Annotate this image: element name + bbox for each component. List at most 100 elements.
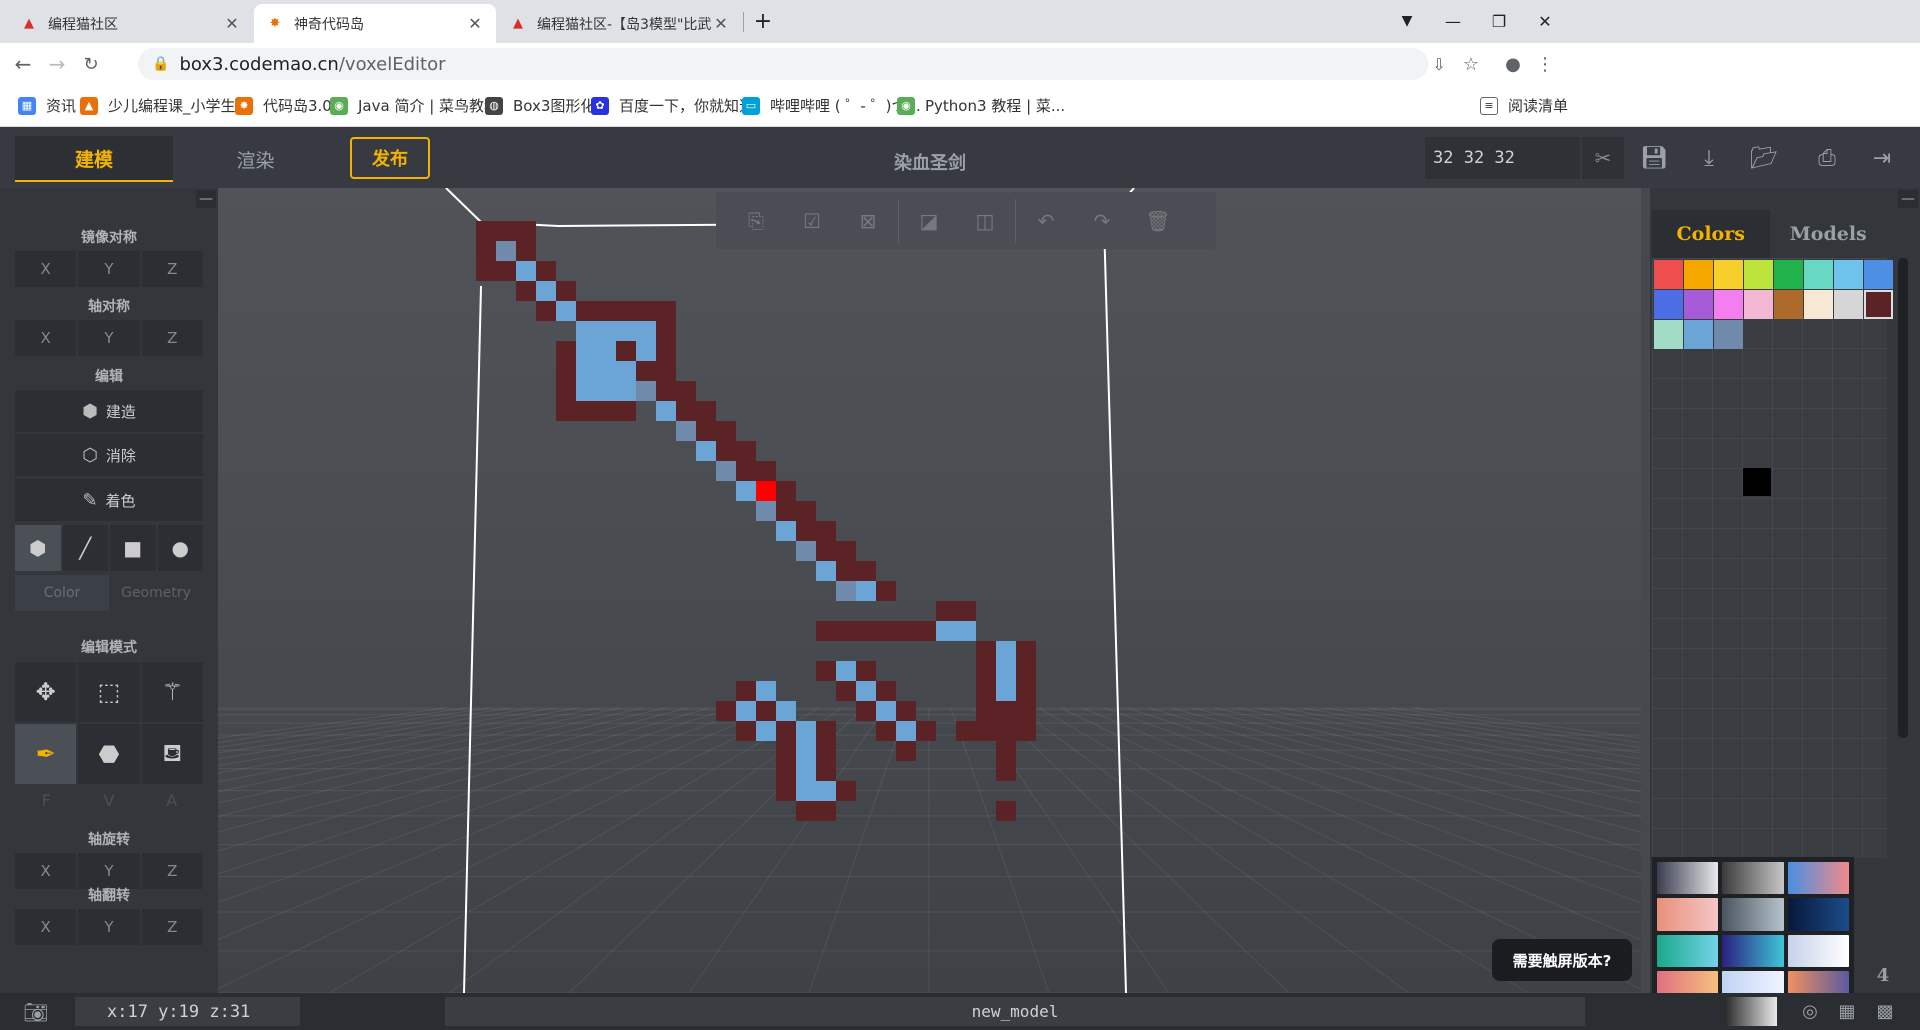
magic-wand-icon[interactable]: ⚚ bbox=[141, 662, 203, 722]
voxel[interactable] bbox=[716, 461, 736, 481]
voxel[interactable] bbox=[896, 741, 916, 761]
color-swatch[interactable] bbox=[1774, 290, 1803, 319]
browser-tab-2-active[interactable]: ✸ 神奇代码岛 ✕ bbox=[254, 4, 496, 43]
axis-sym-z-button[interactable]: Z bbox=[141, 320, 203, 356]
open-folder-icon[interactable]: 📂︎ bbox=[1747, 141, 1781, 175]
voxel[interactable] bbox=[776, 501, 796, 521]
bookmark-item[interactable]: ▲ 少儿编程课_小学生... bbox=[80, 95, 250, 116]
rotate-z-button[interactable]: Z bbox=[141, 853, 203, 889]
voxel[interactable] bbox=[516, 221, 536, 241]
bookmark-item[interactable]: ◉ Python3 教程 | 菜... bbox=[897, 95, 1065, 116]
all-mode-button[interactable]: A bbox=[140, 785, 203, 815]
voxel[interactable] bbox=[836, 621, 856, 641]
profile-avatar-icon[interactable]: ● bbox=[1498, 49, 1528, 79]
voxel[interactable] bbox=[976, 681, 996, 701]
voxel[interactable] bbox=[796, 761, 816, 781]
grid-toggle-icon[interactable]: ▦ bbox=[1832, 997, 1862, 1026]
color-swatch[interactable] bbox=[1654, 260, 1683, 289]
forward-icon[interactable]: → bbox=[42, 49, 72, 79]
voxel[interactable] bbox=[816, 781, 836, 801]
voxel[interactable] bbox=[816, 621, 836, 641]
fill-bucket-icon[interactable]: ⛾ bbox=[141, 724, 203, 784]
tab-search-icon[interactable]: ▼ bbox=[1384, 6, 1430, 36]
voxel[interactable] bbox=[816, 741, 836, 761]
voxel[interactable] bbox=[496, 221, 516, 241]
voxel[interactable] bbox=[976, 701, 996, 721]
voxel[interactable] bbox=[816, 561, 836, 581]
voxel[interactable] bbox=[736, 481, 756, 501]
voxel[interactable] bbox=[616, 361, 636, 381]
voxel[interactable] bbox=[656, 401, 676, 421]
voxel[interactable] bbox=[876, 701, 896, 721]
voxel[interactable] bbox=[876, 681, 896, 701]
geometry-mode-tab[interactable]: Geometry bbox=[109, 575, 203, 611]
voxel[interactable] bbox=[796, 741, 816, 761]
paint-button[interactable]: ✎ 着色 bbox=[15, 479, 203, 521]
tab-build[interactable]: 建模 bbox=[15, 136, 173, 182]
color-swatch[interactable] bbox=[1714, 260, 1743, 289]
voxel[interactable] bbox=[636, 361, 656, 381]
voxel[interactable] bbox=[796, 501, 816, 521]
voxel[interactable] bbox=[756, 721, 776, 741]
voxel[interactable] bbox=[616, 301, 636, 321]
rotate-y-button[interactable]: Y bbox=[78, 853, 140, 889]
bookmark-star-icon[interactable]: ☆ bbox=[1456, 49, 1486, 79]
voxel[interactable] bbox=[996, 801, 1016, 821]
voxel[interactable] bbox=[696, 421, 716, 441]
voxel[interactable] bbox=[556, 281, 576, 301]
voxel[interactable] bbox=[716, 421, 736, 441]
voxel[interactable] bbox=[656, 301, 676, 321]
voxel[interactable] bbox=[996, 661, 1016, 681]
voxel[interactable] bbox=[996, 701, 1016, 721]
bookmark-item[interactable]: ✿ 百度一下，你就知道 bbox=[591, 95, 754, 116]
voxel[interactable] bbox=[896, 621, 916, 641]
single-voxel-icon[interactable]: ⬢ bbox=[15, 525, 61, 571]
face-mode-button[interactable]: F bbox=[15, 785, 78, 815]
voxel-mode-button[interactable]: V bbox=[78, 785, 141, 815]
trash-icon[interactable]: 🗑︎ bbox=[1130, 201, 1186, 241]
palette-scrollbar[interactable] bbox=[1898, 258, 1908, 738]
mirror-z-button[interactable]: Z bbox=[141, 251, 203, 287]
color-swatch[interactable] bbox=[1654, 320, 1683, 349]
voxel[interactable] bbox=[996, 641, 1016, 661]
publish-button[interactable]: 发布 bbox=[350, 137, 430, 179]
reading-list[interactable]: ≡ 阅读清单 bbox=[1480, 95, 1568, 116]
voxel[interactable] bbox=[536, 301, 556, 321]
voxel[interactable] bbox=[516, 261, 536, 281]
merge-icon[interactable]: ◪ bbox=[901, 201, 957, 241]
voxel[interactable] bbox=[656, 321, 676, 341]
voxel[interactable] bbox=[796, 801, 816, 821]
gradient-swatch[interactable] bbox=[1722, 934, 1784, 967]
cursor-voxel[interactable] bbox=[756, 481, 776, 501]
voxel[interactable] bbox=[896, 721, 916, 741]
exit-icon[interactable]: ⇥ bbox=[1865, 141, 1899, 175]
voxel[interactable] bbox=[696, 401, 716, 421]
color-mode-tab[interactable]: Color bbox=[15, 575, 109, 611]
voxel[interactable] bbox=[596, 341, 616, 361]
voxel[interactable] bbox=[796, 721, 816, 741]
color-swatch[interactable] bbox=[1834, 260, 1863, 289]
redo-icon[interactable]: ↷ bbox=[1074, 201, 1130, 241]
voxel[interactable] bbox=[736, 441, 756, 461]
dimensions-field[interactable]: 32 32 32 bbox=[1425, 137, 1580, 179]
voxel[interactable] bbox=[816, 661, 836, 681]
voxel[interactable] bbox=[816, 761, 836, 781]
color-swatch[interactable] bbox=[1834, 290, 1863, 319]
voxel[interactable] bbox=[776, 761, 796, 781]
color-swatch[interactable] bbox=[1864, 260, 1893, 289]
voxel[interactable] bbox=[616, 341, 636, 361]
voxel[interactable] bbox=[856, 621, 876, 641]
voxel[interactable] bbox=[956, 721, 976, 741]
voxel[interactable] bbox=[576, 381, 596, 401]
voxel[interactable] bbox=[996, 681, 1016, 701]
touch-version-tip[interactable]: 需要触屏版本? bbox=[1492, 939, 1632, 981]
gradient-swatch[interactable] bbox=[1787, 898, 1849, 931]
voxel[interactable] bbox=[836, 781, 856, 801]
deselect-icon[interactable]: ⊠ bbox=[840, 201, 896, 241]
voxel[interactable] bbox=[516, 281, 536, 301]
flip-y-button[interactable]: Y bbox=[78, 909, 140, 945]
delete-hex-icon[interactable]: ⬣ bbox=[78, 724, 140, 784]
voxel[interactable] bbox=[1016, 661, 1036, 681]
voxel[interactable] bbox=[776, 781, 796, 801]
gradient-swatch[interactable] bbox=[1787, 934, 1849, 967]
